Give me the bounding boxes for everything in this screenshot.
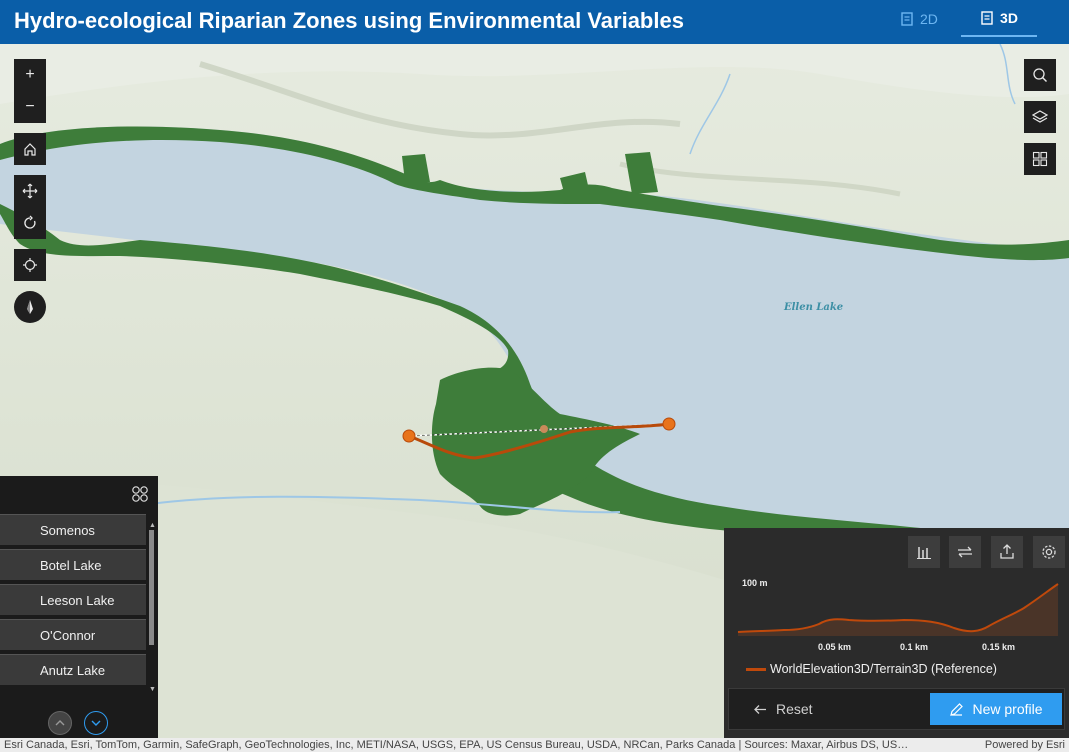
bookmark-item[interactable]: O'Connor (0, 619, 146, 650)
bookmark-item[interactable]: Somenos (0, 514, 146, 545)
compass-icon (27, 300, 33, 314)
basemap-gallery-icon (1032, 151, 1048, 167)
elevation-profile-panel: 100 m 0.05 km 0.1 km 0.15 km WorldElevat… (724, 528, 1069, 738)
zoom-out-icon: − (25, 98, 35, 115)
bookmark-item[interactable]: Leeson Lake (0, 584, 146, 615)
tab-3d-label: 3D (1000, 9, 1018, 26)
settings-button[interactable] (1033, 536, 1065, 568)
scroll-down-arrow-icon[interactable]: ▼ (149, 686, 156, 693)
profile-footer: Reset New profile (728, 688, 1065, 730)
pan-icon (22, 183, 38, 199)
profile-series-name: WorldElevation3D/Terrain3D (Reference) (770, 662, 997, 676)
bookmark-scrollbar[interactable] (149, 530, 154, 645)
bookmark-list: Somenos Botel Lake Leeson Lake O'Connor … (0, 514, 146, 689)
tab-3d[interactable]: 3D (961, 0, 1037, 37)
settings-icon (1042, 545, 1056, 559)
rotate-icon (24, 215, 36, 229)
layers-button[interactable] (1024, 101, 1056, 133)
profile-mid-point[interactable] (540, 425, 548, 433)
zoom-out-button[interactable]: − (14, 91, 46, 123)
new-profile-button[interactable]: New profile (930, 693, 1062, 725)
bookmark-prev-button[interactable] (48, 711, 72, 735)
pencil-icon (950, 702, 964, 716)
chevron-up-icon (55, 720, 65, 726)
export-button[interactable] (991, 536, 1023, 568)
home-button[interactable] (14, 133, 46, 165)
profile-series-swatch (746, 668, 766, 671)
profile-x-label: 0.15 km (982, 642, 1016, 652)
arrow-left-icon (754, 704, 766, 714)
attribution-bar: Esri Canada, Esri, TomTom, Garmin, SafeG… (0, 738, 1069, 752)
zoom-in-button[interactable]: + (14, 59, 46, 91)
attribution-text[interactable]: Esri Canada, Esri, TomTom, Garmin, SafeG… (4, 738, 964, 752)
reset-button[interactable]: Reset (753, 701, 813, 717)
profile-x-label: 0.1 km (900, 642, 929, 652)
chart-button[interactable] (908, 536, 940, 568)
bookmark-item[interactable]: Anutz Lake (0, 654, 146, 685)
bookmarks-grid-icon[interactable] (131, 485, 149, 503)
swap-button[interactable] (949, 536, 981, 568)
tab-2d[interactable]: 2D (900, 0, 938, 37)
home-icon (24, 143, 36, 156)
tab-2d-label: 2D (920, 10, 938, 27)
locate-icon (23, 258, 37, 272)
app-title: Hydro-ecological Riparian Zones using En… (14, 8, 684, 33)
chart-icon (917, 547, 931, 559)
search-icon (1033, 68, 1047, 82)
document-icon (981, 10, 993, 25)
pan-button[interactable] (14, 175, 46, 207)
elevation-profile-chart (737, 583, 1059, 636)
export-icon (1000, 544, 1014, 559)
app-header: Hydro-ecological Riparian Zones using En… (0, 0, 1069, 44)
new-profile-label: New profile (972, 701, 1043, 717)
zoom-in-icon: + (25, 66, 35, 83)
profile-start-point[interactable] (402, 429, 416, 443)
profile-x-label: 0.05 km (818, 642, 852, 652)
bookmarks-panel: Somenos Botel Lake Leeson Lake O'Connor … (0, 476, 158, 738)
reset-label: Reset (776, 701, 813, 717)
chevron-down-icon (91, 720, 101, 726)
basemap-gallery-button[interactable] (1024, 143, 1056, 175)
locate-button[interactable] (14, 249, 46, 281)
bookmark-next-button[interactable] (84, 711, 108, 735)
compass-button[interactable] (14, 291, 46, 323)
bookmark-item[interactable]: Botel Lake (0, 549, 146, 580)
layers-icon (1032, 110, 1048, 123)
swap-icon (958, 546, 972, 558)
scroll-up-arrow-icon[interactable]: ▲ (149, 522, 156, 529)
document-icon (901, 11, 913, 26)
profile-end-point[interactable] (662, 417, 676, 431)
rotate-button[interactable] (14, 207, 46, 239)
powered-by-esri[interactable]: Powered by Esri (978, 738, 1065, 752)
lake-label: Ellen Lake (784, 302, 844, 313)
search-button[interactable] (1024, 59, 1056, 91)
